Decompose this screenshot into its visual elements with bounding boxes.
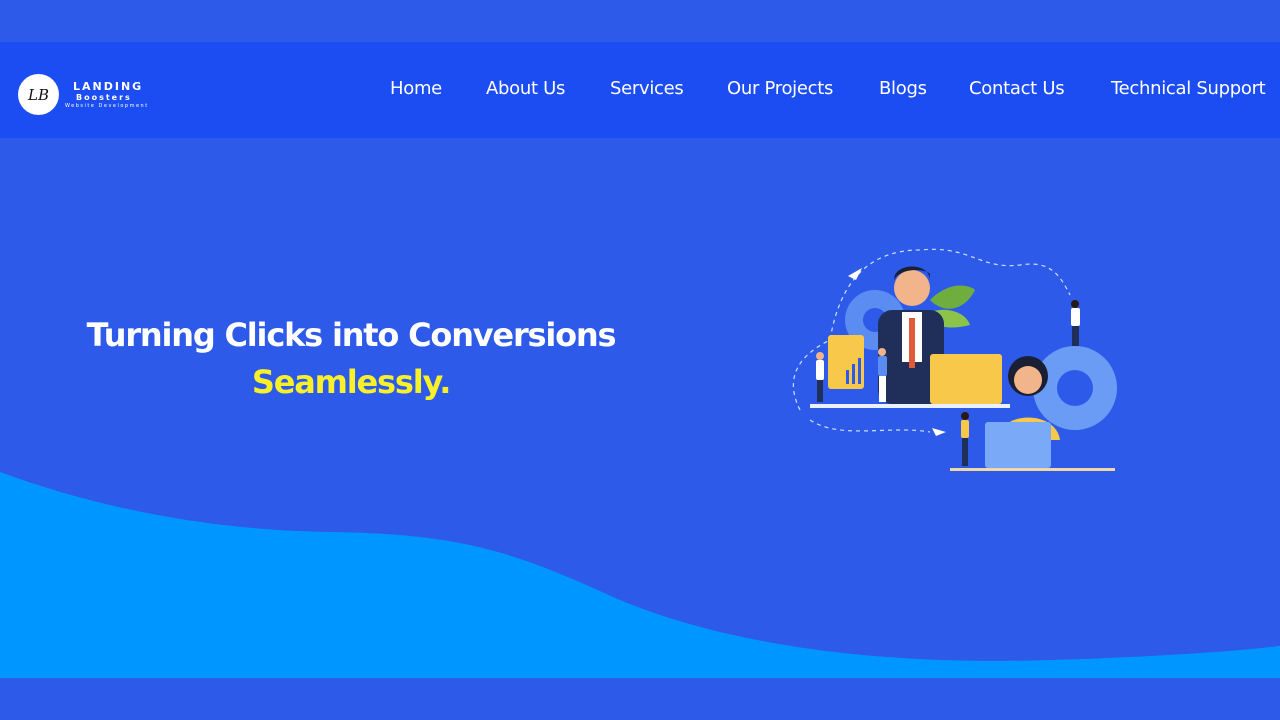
small-person-icon-3 [1071, 300, 1080, 346]
logo-tagline: Website Development [65, 102, 149, 109]
paper-plane-icon [848, 268, 862, 280]
desk-lower [950, 468, 1115, 471]
main-nav: Home About Us Services Our Projects Blog… [0, 78, 1280, 102]
page: LB LANDING Boosters Website Development … [0, 0, 1280, 720]
gear-icon-large [1033, 346, 1117, 430]
hero-accent-text: Seamlessly. [251, 363, 452, 401]
nav-blogs[interactable]: Blogs [879, 78, 927, 99]
desk [810, 404, 1010, 408]
hero-illustration [792, 248, 1117, 471]
nav-about-us[interactable]: About Us [486, 78, 565, 99]
nav-our-projects[interactable]: Our Projects [727, 78, 833, 99]
hero-title: Turning Clicks into Conversions [86, 316, 617, 354]
hero-wave-shape [0, 472, 1280, 678]
nav-contact-us[interactable]: Contact Us [969, 78, 1065, 99]
nav-home[interactable]: Home [390, 78, 442, 99]
small-person-icon-4 [961, 412, 969, 466]
leaf-shape [930, 285, 975, 309]
site-header: LB LANDING Boosters Website Development … [0, 42, 1280, 138]
nav-technical-support[interactable]: Technical Support [1111, 78, 1266, 99]
paper-plane-icon-2 [932, 428, 946, 436]
laptop-yellow [930, 354, 1002, 404]
nav-services[interactable]: Services [610, 78, 684, 99]
dashed-path-lower [809, 419, 931, 433]
small-person-icon [816, 352, 824, 402]
laptop-blue [985, 422, 1051, 468]
